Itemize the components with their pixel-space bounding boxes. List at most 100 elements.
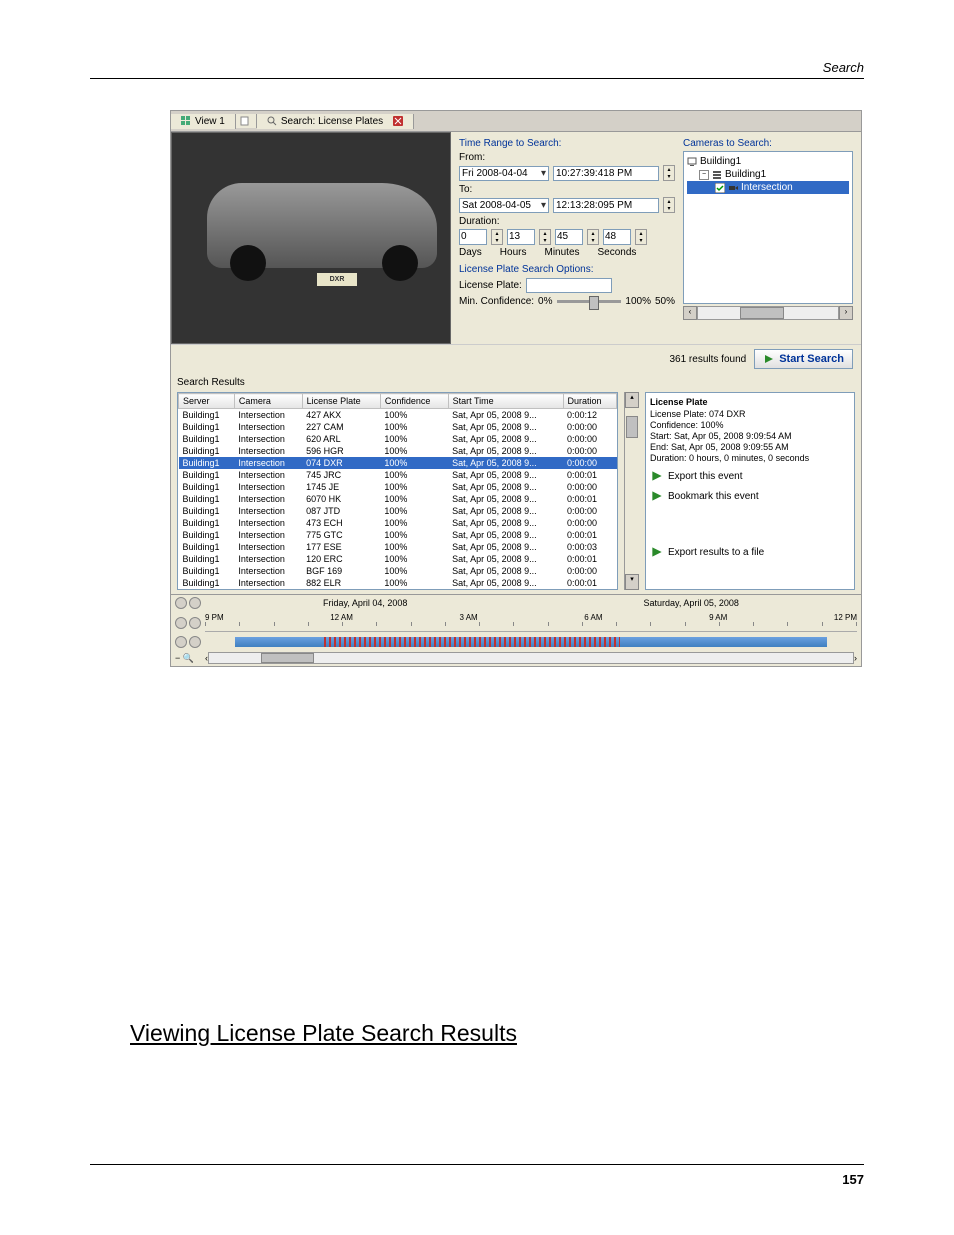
from-date-input[interactable]: Fri 2008-04-04▾ [459,166,549,181]
close-icon[interactable] [393,116,403,126]
export-event-link[interactable]: Export this event [650,469,850,483]
conf-value: 50% [655,296,675,307]
column-header[interactable]: Camera [234,394,302,409]
bookmark-event-link[interactable]: Bookmark this event [650,489,850,503]
hours-input[interactable]: 13 [507,229,535,245]
tree-root[interactable]: Building1 [687,155,849,168]
scroll-thumb[interactable] [261,653,315,663]
tab-view1[interactable]: View 1 [171,114,236,129]
table-cell: 100% [380,421,448,433]
table-cell: Sat, Apr 05, 2008 9... [448,541,563,553]
detail-conf: Confidence: 100% [650,420,850,430]
tl-date2: Saturday, April 05, 2008 [644,598,739,608]
tree-hscroll[interactable]: ‹ › [683,306,853,320]
column-header[interactable]: Confidence [380,394,448,409]
table-cell: 087 JTD [302,505,380,517]
table-row[interactable]: Building1Intersection087 JTD100%Sat, Apr… [179,505,617,517]
results-vscroll[interactable]: ▴ ▾ [624,392,639,590]
table-row[interactable]: Building1Intersection473 ECH100%Sat, Apr… [179,517,617,529]
scroll-thumb[interactable] [626,416,638,438]
from-time-input[interactable]: 10:27:39:418 PM [553,166,659,181]
tab-new[interactable] [236,114,257,128]
tab-search[interactable]: Search: License Plates [257,114,414,129]
table-row[interactable]: Building1Intersection177 ESE100%Sat, Apr… [179,541,617,553]
scroll-right-button[interactable]: › [839,306,853,320]
search-icon [267,116,277,126]
table-row[interactable]: Building1Intersection6070 HK100%Sat, Apr… [179,493,617,505]
table-cell: Sat, Apr 05, 2008 9... [448,445,563,457]
tree-site[interactable]: − Building1 [687,168,849,181]
table-cell: 100% [380,433,448,445]
collapse-icon[interactable]: − [699,170,709,180]
column-header[interactable]: Server [179,394,235,409]
table-row[interactable]: Building1IntersectionBGF 169100%Sat, Apr… [179,565,617,577]
slider-thumb[interactable] [589,296,599,310]
table-cell: Building1 [179,577,235,589]
table-row[interactable]: Building1Intersection882 ELR100%Sat, Apr… [179,577,617,589]
tl-date1: Friday, April 04, 2008 [323,598,407,608]
table-row[interactable]: Building1Intersection120 ERC100%Sat, Apr… [179,553,617,565]
results-table[interactable]: ServerCameraLicense PlateConfidenceStart… [177,392,618,590]
scroll-down-button[interactable]: ▾ [625,574,639,590]
timeline-scale[interactable]: 9 PM12 AM3 AM6 AM9 AM12 PM [205,613,857,632]
days-input[interactable]: 0 [459,229,487,245]
table-cell: 0:00:00 [563,565,616,577]
table-row[interactable]: Building1Intersection745 JRC100%Sat, Apr… [179,469,617,481]
table-cell: 074 DXR [302,457,380,469]
dropdown-icon[interactable]: ▾ [541,200,546,211]
to-date-input[interactable]: Sat 2008-04-05▾ [459,198,549,213]
table-cell: Building1 [179,529,235,541]
confidence-slider[interactable] [557,300,622,303]
tl-controls-3[interactable] [175,636,205,648]
tl-controls-2[interactable] [175,617,205,629]
table-row[interactable]: Building1Intersection227 CAM100%Sat, Apr… [179,421,617,433]
license-plate-input[interactable] [526,278,612,293]
monitor-icon [687,157,697,167]
column-header[interactable]: Start Time [448,394,563,409]
zoom-out-icon[interactable]: − 🔍 [175,653,205,664]
table-cell: Intersection [234,577,302,589]
dropdown-icon[interactable]: ▾ [541,168,546,179]
scroll-left-button[interactable]: ‹ [683,306,697,320]
spinner[interactable]: ▴▾ [587,229,599,245]
tree-camera[interactable]: Intersection [687,181,849,194]
column-header[interactable]: License Plate [302,394,380,409]
column-header[interactable]: Duration [563,394,616,409]
scroll-thumb[interactable] [740,307,784,319]
table-cell: Sat, Apr 05, 2008 9... [448,457,563,469]
table-cell: 620 ARL [302,433,380,445]
table-cell: 596 HGR [302,445,380,457]
table-row[interactable]: Building1Intersection775 GTC100%Sat, Apr… [179,529,617,541]
table-row[interactable]: Building1Intersection620 ARL100%Sat, Apr… [179,433,617,445]
scroll-track[interactable] [697,306,839,320]
table-cell: Building1 [179,469,235,481]
timeline-data[interactable] [235,637,827,647]
camera-tree[interactable]: Building1 − Building1 Intersection [683,151,853,304]
table-cell: 100% [380,445,448,457]
timeline-scrollbar[interactable] [208,652,854,664]
table-cell: 100% [380,517,448,529]
to-time-input[interactable]: 12:13:28:095 PM [553,198,659,213]
conf-max: 100% [625,296,651,307]
seconds-input[interactable]: 48 [603,229,631,245]
from-label: From: [459,152,675,163]
scroll-up-button[interactable]: ▴ [625,392,639,408]
table-row[interactable]: Building1Intersection596 HGR100%Sat, Apr… [179,445,617,457]
time-spinner[interactable]: ▴▾ [663,197,675,213]
search-results-title: Search Results [177,377,855,388]
video-preview[interactable]: DXR [171,132,451,344]
export-file-link[interactable]: Export results to a file [650,545,850,559]
time-spinner[interactable]: ▴▾ [663,165,675,181]
minutes-unit-label: Minutes [544,247,579,258]
table-row[interactable]: Building1Intersection427 AKX100%Sat, Apr… [179,409,617,422]
spinner[interactable]: ▴▾ [491,229,503,245]
spinner[interactable]: ▴▾ [635,229,647,245]
spinner[interactable]: ▴▾ [539,229,551,245]
table-row[interactable]: Building1Intersection074 DXR100%Sat, Apr… [179,457,617,469]
tl-controls-1[interactable] [175,597,205,609]
scroll-right-button[interactable]: › [854,653,857,663]
start-search-button[interactable]: Start Search [754,349,853,369]
minutes-input[interactable]: 45 [555,229,583,245]
table-row[interactable]: Building1Intersection1745 JE100%Sat, Apr… [179,481,617,493]
table-cell: 1745 JE [302,481,380,493]
